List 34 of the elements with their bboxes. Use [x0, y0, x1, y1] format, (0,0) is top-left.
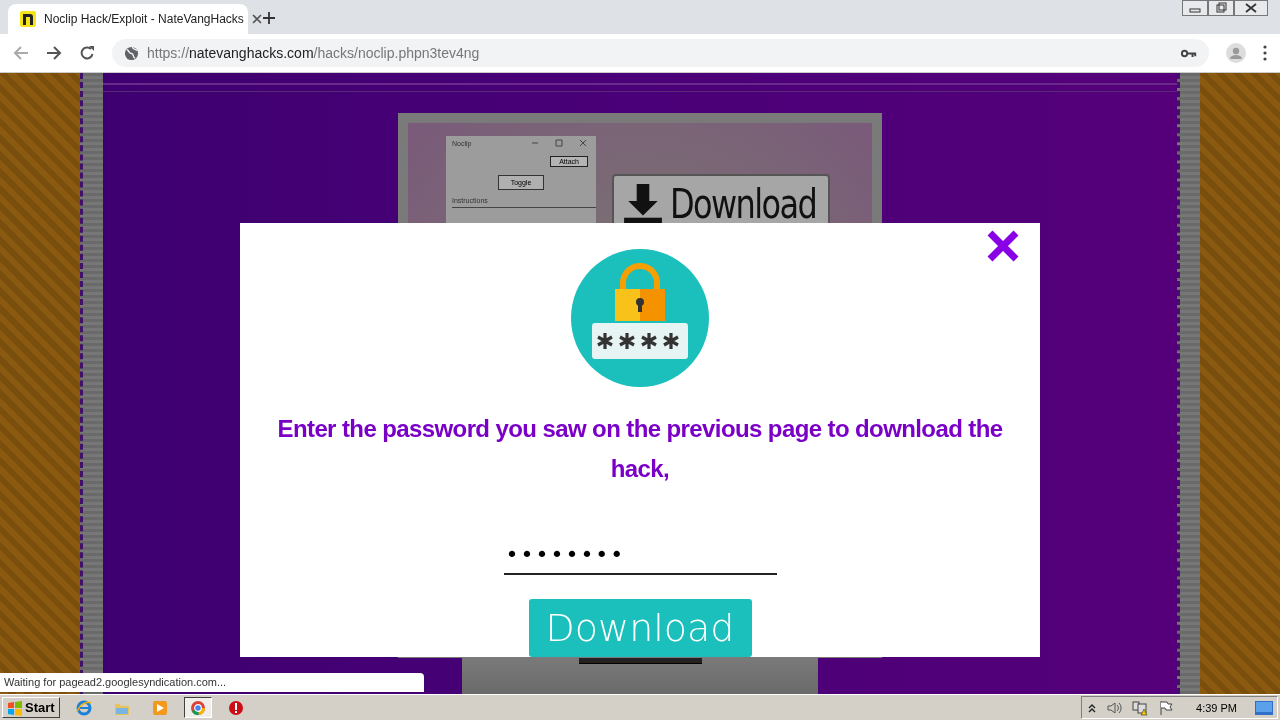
- site-logo-icon: [20, 11, 36, 27]
- restore-icon[interactable]: [1208, 0, 1234, 16]
- close-icon[interactable]: [986, 229, 1020, 263]
- url-text: https://natevanghacks.com/hacks/noclip.phpn3tev4ng: [147, 45, 481, 61]
- new-tab-icon[interactable]: [262, 11, 276, 25]
- clock[interactable]: 4:39 PM: [1196, 701, 1237, 714]
- speaker-icon[interactable]: [1106, 699, 1123, 716]
- stop-icon: [227, 699, 244, 716]
- chevron-up-icon[interactable]: [1088, 702, 1097, 713]
- dialog-heading: Enter the password you saw on the previous page to download the hack,: [276, 414, 1004, 484]
- browser-e-icon: [75, 699, 92, 716]
- close-icon[interactable]: [1234, 0, 1268, 16]
- show-desktop-icon[interactable]: [1255, 699, 1273, 716]
- forward-icon[interactable]: [46, 45, 62, 61]
- globe-icon: [124, 45, 139, 61]
- minimize-icon[interactable]: [1182, 0, 1208, 16]
- close-icon[interactable]: [251, 14, 262, 24]
- network-warning-icon[interactable]: [1132, 699, 1149, 716]
- start-button[interactable]: Start: [2, 697, 60, 718]
- menu-icon[interactable]: [1263, 45, 1267, 61]
- reload-icon[interactable]: [79, 45, 95, 61]
- download-icon: [622, 182, 664, 224]
- play-icon: [151, 699, 168, 716]
- flag-icon[interactable]: [1158, 699, 1175, 716]
- key-icon[interactable]: [1181, 48, 1197, 58]
- download-text: Download: [670, 182, 817, 226]
- profile-icon[interactable]: [1226, 43, 1246, 63]
- lock-icon: [571, 249, 709, 387]
- taskbar-app[interactable]: [183, 697, 212, 718]
- tab-title: Noclip Hack/Exploit - NateVangHacks: [44, 12, 244, 26]
- status-bubble: Waiting for pagead2.googlesyndication.com...: [0, 673, 424, 692]
- address-bar[interactable]: https://natevanghacks.com/hacks/noclip.phpn3tev4ng: [112, 39, 1209, 67]
- windows-logo-icon: [7, 699, 23, 716]
- chrome-icon: [189, 699, 206, 716]
